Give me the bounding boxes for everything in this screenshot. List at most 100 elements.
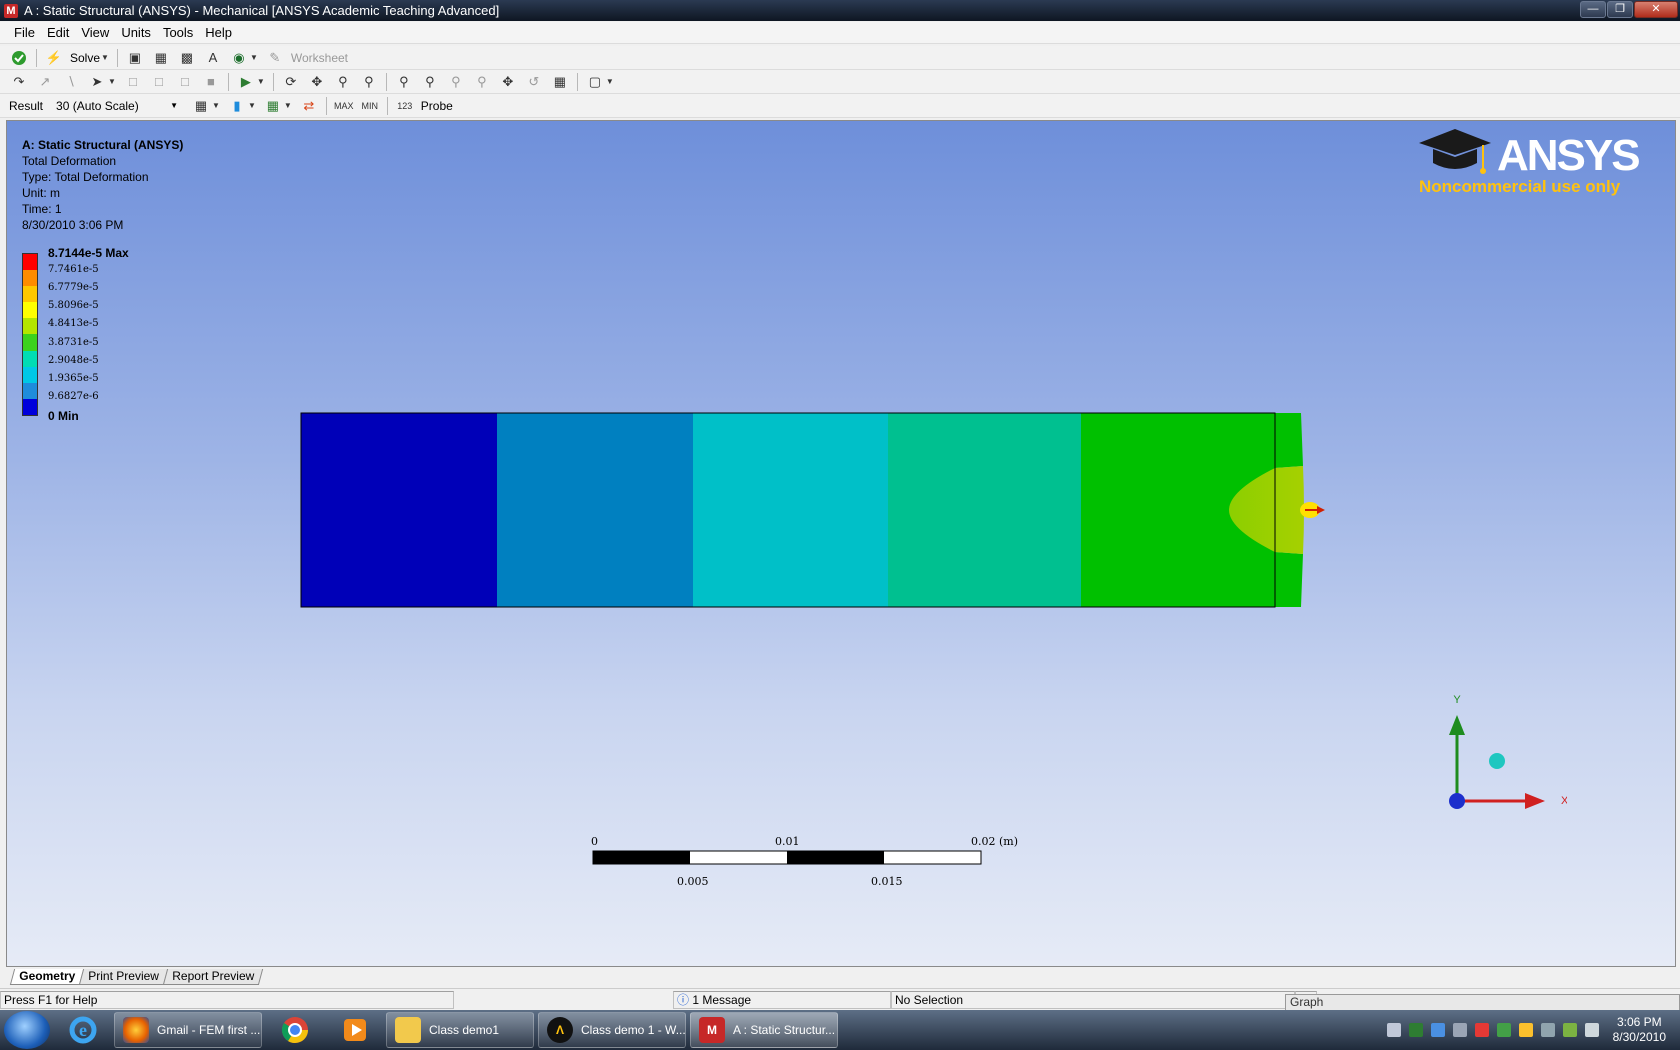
tray-update-icon[interactable] [1496,1023,1511,1037]
menu-edit[interactable]: Edit [41,25,75,40]
solved-check-icon[interactable] [10,49,28,67]
menu-view[interactable]: View [75,25,115,40]
viewport-dropdown-icon[interactable]: ▼ [250,53,258,62]
min-label-icon[interactable]: MIN [361,97,379,115]
tray-shield-icon[interactable] [1518,1023,1533,1037]
contour-band-4 [888,413,1081,607]
toolbar-separator [576,72,578,91]
vectors-icon[interactable]: ⇄ [300,97,318,115]
tab-report-preview[interactable]: Report Preview [162,969,263,985]
tray-printer-icon[interactable] [1452,1023,1467,1037]
edges-display-icon[interactable]: ▦ [264,97,282,115]
select-dropdown-icon[interactable]: ▼ [108,77,116,86]
status-help-text: Press F1 for Help [0,990,454,1009]
layout-dropdown-icon[interactable]: ▼ [606,77,614,86]
geometry-display-dropdown-icon[interactable]: ▼ [212,101,220,110]
contour-dropdown-icon[interactable]: ▼ [248,101,256,110]
select-vertex-icon[interactable]: ∖ [62,73,80,91]
zoom-out-icon[interactable]: ⚲ [473,73,491,91]
previous-view-icon[interactable]: ↺ [525,73,543,91]
task-class-demo1-folder[interactable]: Class demo1 [386,1012,534,1048]
viewport-icon[interactable]: ◉ [230,49,248,67]
ie-pinned-icon[interactable]: e [56,1012,110,1048]
select-edge-icon[interactable]: □ [150,73,168,91]
coordinate-triad[interactable]: Y X [1427,691,1567,821]
solve-dropdown-icon[interactable]: ▼ [101,53,109,62]
select-cursor-icon[interactable]: ➤ [88,73,106,91]
mechanical-icon: M [699,1017,725,1043]
worksheet-button[interactable]: Worksheet [291,51,348,65]
probe-icon[interactable]: 123 [396,97,414,115]
tray-network-icon[interactable] [1430,1023,1445,1037]
y-axis-arrowhead [1449,715,1465,735]
close-button[interactable]: ✕ [1634,1,1678,18]
toolbar-separator [227,72,229,91]
status-messages[interactable]: ⓘ 1 Message [673,990,891,1009]
select-mode-icon[interactable]: ↷ [10,73,28,91]
zoom-region-icon[interactable]: ⚲ [421,73,439,91]
new-figure-icon[interactable]: ▩ [178,49,196,67]
geometry-display-icon[interactable]: ▦ [192,97,210,115]
restore-button[interactable]: ❐ [1607,1,1633,18]
graphics-viewport[interactable]: A: Static Structural (ANSYS) Total Defor… [6,120,1676,967]
scale-ruler: 0 0.01 0.02 (m) 0.005 0.015 [591,835,1018,888]
new-section-plane-icon[interactable]: ▣ [126,49,144,67]
extend-dropdown-icon[interactable]: ▼ [257,77,265,86]
new-annotation-icon[interactable]: A [204,49,222,67]
tray-antivirus-icon[interactable] [1474,1023,1489,1037]
menu-file[interactable]: File [8,25,41,40]
tray-excel-icon[interactable] [1408,1023,1423,1037]
tab-print-preview[interactable]: Print Preview [78,969,168,985]
window-layout-icon[interactable]: ▢ [586,73,604,91]
select-face-icon[interactable]: □ [176,73,194,91]
menu-help[interactable]: Help [199,25,238,40]
solve-button[interactable]: Solve [70,51,100,65]
max-label-icon[interactable]: MAX [334,97,354,115]
tray-flag-icon[interactable] [1386,1023,1401,1037]
toolbar-separator [36,48,37,67]
iso-view-icon[interactable]: ✥ [499,73,517,91]
scale-dropdown[interactable]: 30 (Auto Scale) ▼ [52,97,182,115]
start-button[interactable] [4,1011,50,1049]
iso-view-ball-icon[interactable] [1489,753,1505,769]
pan-icon[interactable]: ✥ [308,73,326,91]
window-controls: — ❐ ✕ [1580,1,1678,18]
solve-lightning-icon[interactable]: ⚡ [45,49,63,67]
show-mesh-icon[interactable]: ▦ [551,73,569,91]
tray-power-icon[interactable] [1562,1023,1577,1037]
tray-volume-icon[interactable] [1584,1023,1599,1037]
scale-label-0: 0 [591,835,598,848]
probe-button[interactable]: Probe [421,99,453,113]
tray-display-icon[interactable] [1540,1023,1555,1037]
extend-icon[interactable]: ▶ [237,73,255,91]
box-zoom-icon[interactable]: ⚲ [360,73,378,91]
media-player-pinned-icon[interactable] [328,1012,382,1048]
tab-geometry[interactable]: Geometry [9,969,85,985]
chrome-pinned-icon[interactable] [268,1012,322,1048]
zoom-icon[interactable]: ⚲ [334,73,352,91]
minimize-button[interactable]: — [1580,1,1606,18]
svg-text:e: e [79,1020,87,1040]
select-body-icon[interactable]: ■ [202,73,220,91]
zoom-to-fit-icon[interactable]: ⚲ [395,73,413,91]
task-workbench[interactable]: Λ Class demo 1 - W... [538,1012,686,1048]
task-gmail[interactable]: Gmail - FEM first ... [114,1012,262,1048]
worksheet-icon[interactable]: ✎ [266,49,284,67]
zoom-in-icon[interactable]: ⚲ [447,73,465,91]
graphics-toolbar: ↷ ↗ ∖ ➤ ▼ □ □ □ ■ ▶ ▼ ⟳ ✥ ⚲ ⚲ ⚲ ⚲ ⚲ ⚲ ✥ … [0,70,1680,94]
firefox-icon [123,1017,149,1043]
rotate-icon[interactable]: ⟳ [282,73,300,91]
standard-toolbar: ⚡ Solve ▼ ▣ ▦ ▩ A ◉ ▼ ✎ Worksheet [0,46,1680,70]
edges-dropdown-icon[interactable]: ▼ [284,101,292,110]
title-bar: M A : Static Structural (ANSYS) - Mechan… [0,0,1680,21]
contour-bands-icon[interactable]: ▮ [228,97,246,115]
menu-tools[interactable]: Tools [157,25,199,40]
new-chart-icon[interactable]: ▦ [152,49,170,67]
graph-panel-header[interactable]: Graph [1285,994,1680,1011]
z-axis-dot [1449,793,1465,809]
clock[interactable]: 3:06 PM 8/30/2010 [1613,1015,1666,1045]
select-point-icon[interactable]: □ [124,73,142,91]
extend-selection-icon[interactable]: ↗ [36,73,54,91]
task-mechanical[interactable]: M A : Static Structur... [690,1012,838,1048]
menu-units[interactable]: Units [115,25,157,40]
